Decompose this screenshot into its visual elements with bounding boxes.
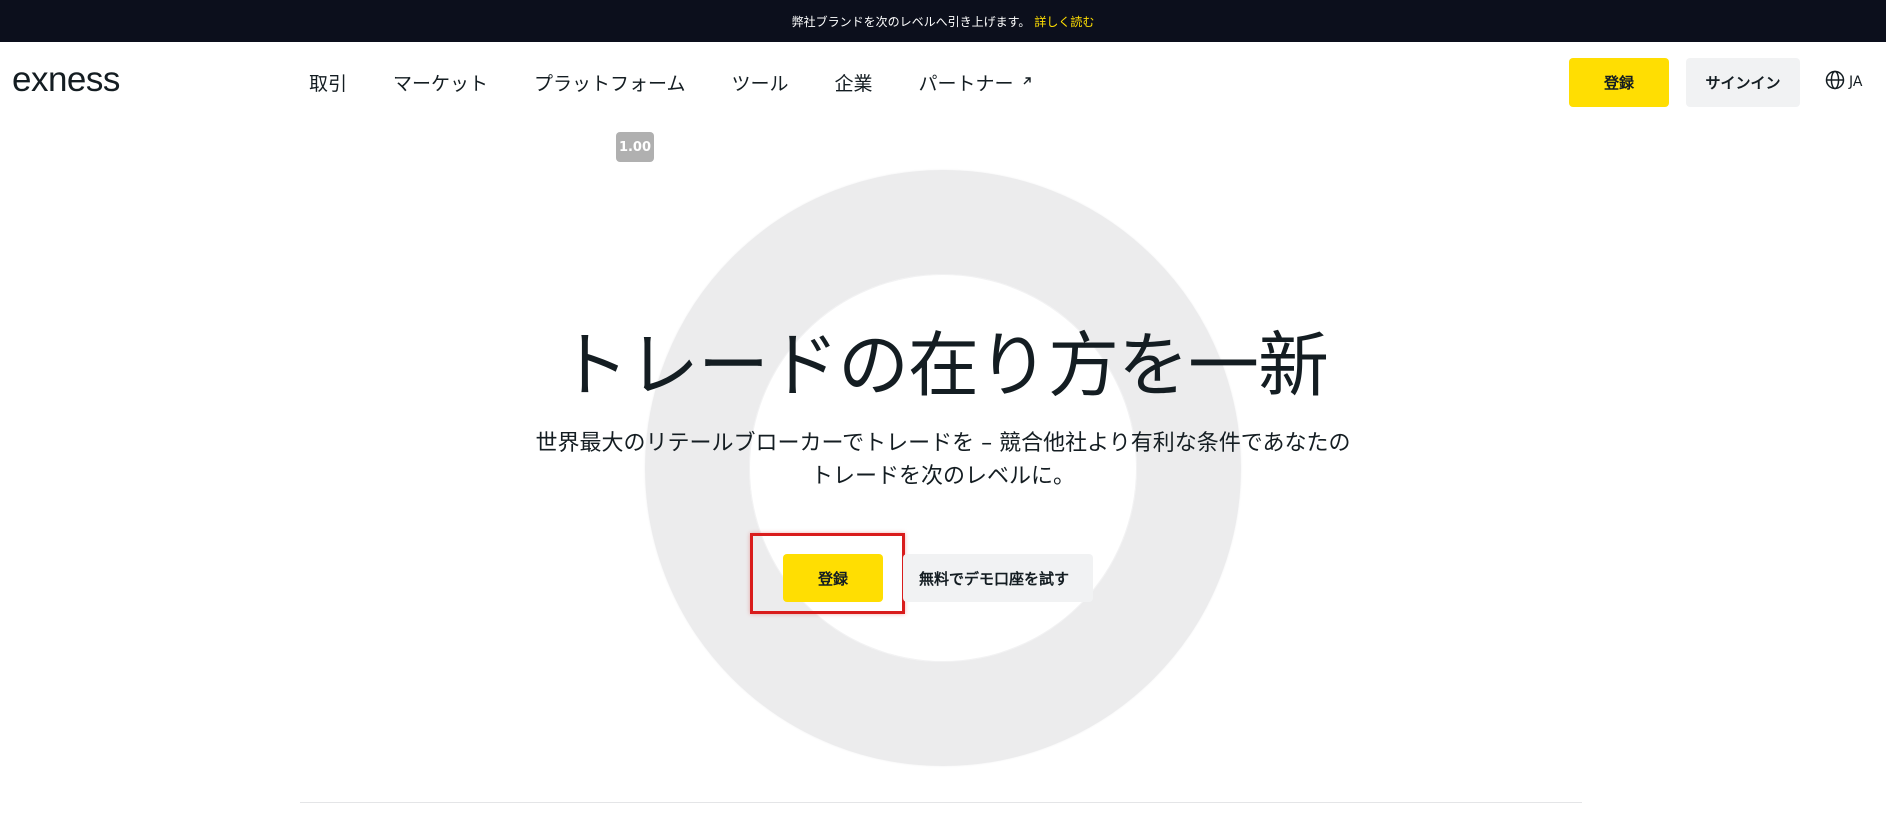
language-selector[interactable]: JA: [1825, 70, 1862, 94]
exness-logo[interactable]: exness: [12, 62, 120, 97]
banner-text: 弊社ブランドを次のレベルへ引き上げます。: [791, 14, 1031, 29]
main-nav: 取引 マーケット プラットフォーム ツール 企業 パートナー: [309, 69, 1079, 96]
nav-item-tools[interactable]: ツール: [731, 69, 788, 96]
demo-account-button[interactable]: 無料でデモ口座を試す: [903, 554, 1094, 602]
version-badge: 1.00: [616, 132, 654, 162]
hero-register-button[interactable]: 登録: [783, 554, 883, 602]
nav-item-label: 取引: [309, 73, 348, 95]
globe-icon: [1825, 70, 1845, 94]
nav-item-platforms[interactable]: プラットフォーム: [534, 69, 685, 96]
nav-item-label: 企業: [834, 73, 873, 95]
language-label: JA: [1849, 74, 1863, 90]
external-arrow-icon: [1021, 75, 1033, 90]
hero-cta-row: 登録 無料でデモ口座を試す: [783, 554, 1094, 602]
banner-read-more-link[interactable]: 詳しく読む: [1034, 13, 1094, 30]
nav-item-label: プラットフォーム: [534, 73, 686, 95]
hero-subtitle: 世界最大のリテールブローカーでトレードを – 競合他社より有利な条件であなたのト…: [535, 431, 1351, 489]
nav-item-label: パートナー: [918, 73, 1014, 95]
site-header: exness 取引 マーケット プラットフォーム ツール 企業 パートナー 登録…: [0, 42, 1886, 122]
section-divider: [300, 802, 1582, 803]
nav-item-label: マーケット: [393, 73, 489, 95]
nav-item-company[interactable]: 企業: [834, 69, 872, 96]
nav-item-partners[interactable]: パートナー: [919, 69, 1033, 96]
nav-item-markets[interactable]: マーケット: [393, 69, 488, 96]
nav-item-label: ツール: [731, 73, 789, 95]
signin-button[interactable]: サインイン: [1686, 58, 1800, 107]
nav-item-trading[interactable]: 取引: [309, 69, 347, 96]
header-register-button[interactable]: 登録: [1569, 58, 1669, 107]
hero-title: トレードの在り方を一新: [557, 324, 1329, 407]
top-announcement-banner: 弊社ブランドを次のレベルへ引き上げます。 詳しく読む: [0, 0, 1886, 42]
